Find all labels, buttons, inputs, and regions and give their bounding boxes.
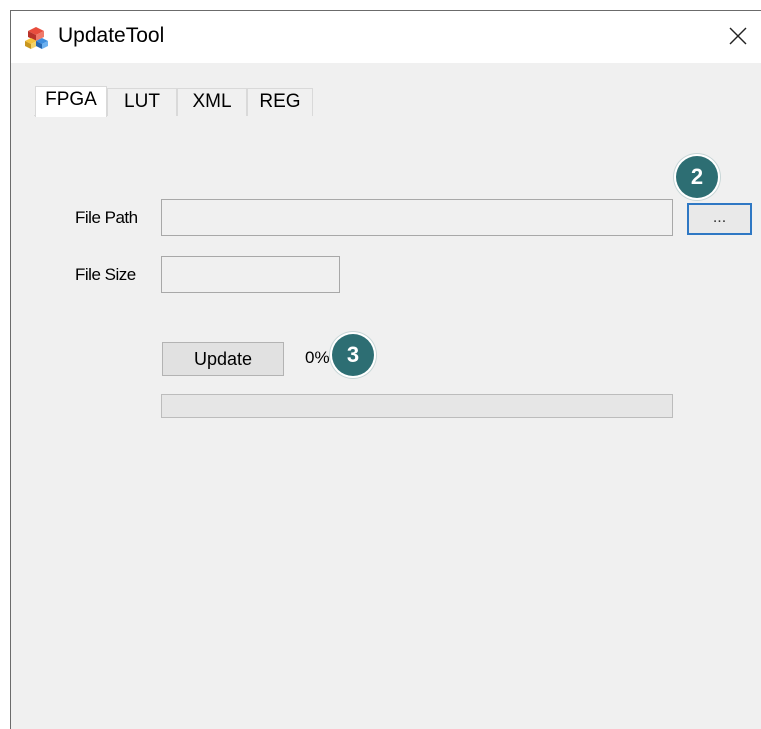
browse-button[interactable]: ... — [687, 203, 752, 235]
file-path-field[interactable] — [161, 199, 673, 236]
tab-xml[interactable]: XML — [177, 88, 247, 116]
file-size-field[interactable] — [161, 256, 340, 293]
tab-reg[interactable]: REG — [247, 88, 313, 116]
update-tool-window: UpdateTool FPGA LUT XML REG File Path ..… — [10, 10, 761, 729]
window-title: UpdateTool — [58, 24, 165, 47]
progress-percent: 0% — [305, 348, 330, 367]
update-button[interactable]: Update — [162, 342, 284, 376]
app-cubes-icon — [25, 27, 48, 49]
close-icon[interactable] — [729, 27, 747, 45]
progress-bar — [161, 394, 673, 418]
close-button[interactable] — [715, 11, 761, 61]
step-marker-2: 2 — [676, 156, 718, 198]
tab-lut[interactable]: LUT — [107, 88, 177, 116]
file-path-label: File Path — [75, 208, 138, 227]
step-marker-3: 3 — [332, 334, 374, 376]
title-bar: UpdateTool — [11, 11, 761, 63]
tab-fpga[interactable]: FPGA — [35, 86, 107, 117]
file-size-label: File Size — [75, 265, 136, 284]
